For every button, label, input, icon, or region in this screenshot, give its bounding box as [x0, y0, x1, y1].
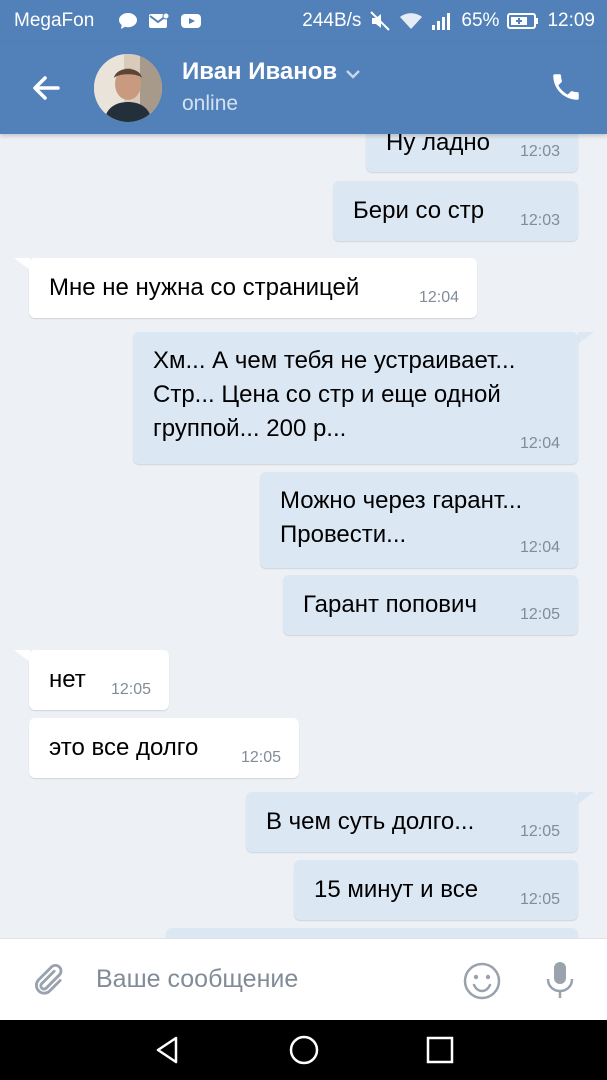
message-input[interactable]: Ваше сообщение: [96, 965, 298, 994]
message-time: 12:04: [418, 289, 459, 306]
message-time: 12:05: [519, 823, 560, 840]
mute-icon: [369, 10, 391, 32]
status-bar: MegaFon 244B/s 65% 12:09: [0, 0, 607, 42]
message-time: 12:03: [519, 212, 560, 229]
message-time: 12:04: [519, 539, 560, 556]
paperclip-icon[interactable]: [28, 961, 66, 999]
message-text: Мне не нужна со страницей: [49, 274, 360, 301]
system-nav-bar: [0, 1020, 607, 1080]
signal-icon: [431, 11, 453, 31]
chat-bubble-icon: [118, 12, 138, 30]
message-bubble-outgoing[interactable]: Можно через гарант... Провести... 12:04: [260, 472, 578, 568]
message-text: это все долго: [49, 734, 199, 761]
message-bubble-outgoing[interactable]: Хм... А чем тебя не устраивает... Стр...…: [133, 332, 578, 464]
contact-status: online: [182, 92, 239, 115]
message-time: 12:05: [519, 606, 560, 623]
home-circle-icon[interactable]: [288, 1034, 320, 1066]
back-triangle-icon[interactable]: [152, 1034, 184, 1066]
bubble-tail: [14, 650, 30, 662]
message-time: 12:05: [110, 681, 151, 698]
battery-icon: [507, 12, 539, 30]
clock: 12:09: [547, 10, 595, 31]
message-bubble-outgoing[interactable]: В чем суть долго... 12:05: [246, 792, 578, 852]
message-text: 15 минут и все: [314, 876, 479, 903]
phone-icon[interactable]: [549, 70, 583, 104]
network-speed: 244B/s: [302, 10, 362, 31]
message-bubble-incoming[interactable]: Мне не нужна со страницей 12:04: [29, 258, 477, 318]
message-bubble-outgoing[interactable]: [166, 928, 578, 938]
message-bubble-incoming[interactable]: нет 12:05: [29, 650, 169, 710]
message-text: Можно через гарант... Провести...: [280, 487, 523, 548]
message-text: нет: [49, 666, 86, 693]
message-text: Ну ладно: [386, 134, 490, 156]
bubble-tail: [578, 332, 594, 344]
message-text: Гарант попович: [303, 591, 477, 618]
bubble-tail: [578, 792, 594, 804]
contact-name-text: Иван Иванов: [182, 58, 338, 85]
message-bubble-outgoing[interactable]: Гарант попович 12:05: [283, 575, 578, 635]
youtube-icon: [180, 12, 202, 30]
recents-square-icon[interactable]: [424, 1034, 456, 1066]
message-time: 12:03: [519, 143, 560, 160]
message-bubble-outgoing[interactable]: 15 минут и все 12:05: [294, 860, 578, 920]
contact-name[interactable]: Иван Иванов: [182, 58, 361, 86]
emoji-icon[interactable]: [462, 961, 502, 1001]
carrier-name: MegaFon: [14, 10, 95, 31]
avatar[interactable]: [94, 54, 162, 122]
wifi-icon: [399, 11, 423, 31]
message-bubble-outgoing[interactable]: Бери со стр 12:03: [333, 181, 578, 241]
message-bubble-incoming[interactable]: это все долго 12:05: [29, 718, 299, 778]
battery-percent: 65%: [461, 10, 500, 31]
chevron-down-icon[interactable]: [345, 58, 361, 86]
message-time: 12:05: [519, 891, 560, 908]
message-text: Хм... А чем тебя не устраивает... Стр...…: [153, 347, 516, 442]
mail-icon: [148, 12, 170, 30]
back-arrow-icon[interactable]: [28, 70, 64, 106]
message-text: Бери со стр: [353, 197, 485, 224]
message-time: 12:04: [519, 435, 560, 452]
message-time: 12:05: [240, 749, 281, 766]
chat-header: Иван Иванов online: [0, 42, 607, 134]
bubble-tail: [14, 258, 30, 270]
microphone-icon[interactable]: [540, 959, 580, 1001]
message-list[interactable]: Ну ладно 12:03 Бери со стр 12:03 Мне не …: [0, 134, 607, 938]
message-composer: Ваше сообщение: [0, 938, 607, 1020]
message-bubble-outgoing[interactable]: Ну ладно 12:03: [366, 134, 578, 172]
message-text: В чем суть долго...: [266, 808, 475, 835]
